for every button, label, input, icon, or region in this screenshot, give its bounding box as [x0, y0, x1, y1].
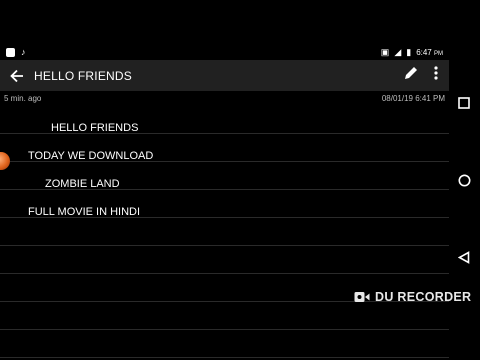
recorder-watermark: DU RECORDER: [354, 290, 471, 304]
back-arrow-icon: [10, 69, 23, 82]
recents-button[interactable]: [458, 96, 470, 114]
note-line: ZOMBIE LAND: [45, 178, 120, 190]
note-line: TODAY WE DOWNLOAD: [28, 150, 154, 162]
triangle-icon: [457, 251, 470, 264]
phone-screen: ♪ ▣ ◢ ▮ 6:47 PM HELLO FRIENDS 5 min. ago…: [0, 44, 449, 360]
note-line: FULL MOVIE IN HINDI: [28, 206, 141, 218]
more-options-button[interactable]: [433, 65, 439, 86]
recorder-label: DU RECORDER: [375, 290, 472, 304]
edit-button[interactable]: [403, 65, 419, 86]
floating-bubble[interactable]: [0, 152, 10, 170]
circle-icon: [458, 174, 471, 187]
clock: 6:47: [416, 47, 432, 57]
nav-bar: [449, 0, 480, 360]
home-button[interactable]: [458, 174, 471, 192]
cast-icon: ▣: [380, 46, 390, 57]
more-vert-icon: [434, 66, 438, 80]
status-bar: ♪ ▣ ◢ ▮ 6:47 PM: [0, 44, 449, 60]
note-title: HELLO FRIENDS: [34, 68, 132, 83]
app-toolbar: HELLO FRIENDS: [0, 60, 449, 91]
note-meta: 5 min. ago 08/01/19 6:41 PM: [0, 92, 449, 106]
note-date: 08/01/19 6:41 PM: [381, 94, 445, 103]
back-button[interactable]: [0, 69, 34, 83]
note-line: HELLO FRIENDS: [51, 122, 139, 134]
clock-ampm: PM: [434, 50, 443, 57]
battery-icon: ▮: [406, 46, 412, 57]
edited-ago: 5 min. ago: [4, 94, 42, 103]
tiktok-icon: ♪: [21, 46, 26, 57]
signal-icon: ◢: [394, 46, 402, 57]
back-nav-button[interactable]: [457, 251, 470, 269]
square-icon: [458, 97, 470, 109]
pencil-icon: [405, 67, 417, 79]
camera-icon: [354, 292, 370, 302]
note-body[interactable]: HELLO FRIENDS TODAY WE DOWNLOAD ZOMBIE L…: [0, 106, 449, 360]
app-notification-icon: [6, 47, 15, 57]
